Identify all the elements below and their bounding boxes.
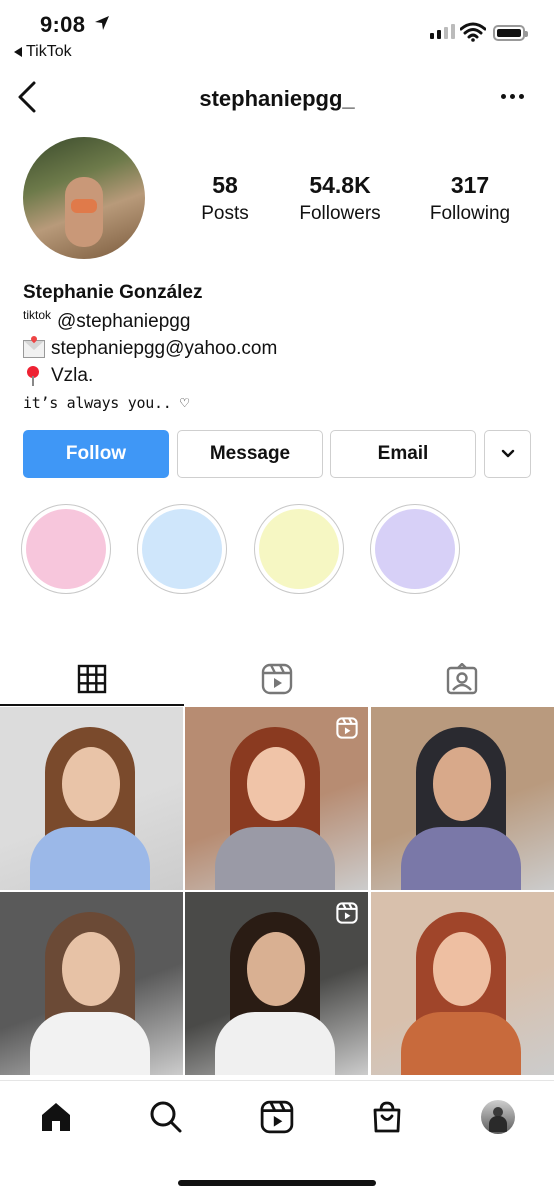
reels-icon <box>261 663 293 695</box>
chevron-down-icon <box>501 449 514 458</box>
nav-home[interactable] <box>38 1099 74 1135</box>
post-thumbnail[interactable] <box>371 892 554 1075</box>
suggested-accounts-button[interactable] <box>484 430 531 478</box>
profile-header: stephaniepgg_ <box>0 72 554 122</box>
back-app-label: TikTok <box>26 43 72 60</box>
post-thumbnail[interactable] <box>371 707 554 890</box>
more-options-icon[interactable] <box>501 94 524 99</box>
highlight-cover <box>375 509 455 589</box>
story-highlight[interactable] <box>254 504 344 594</box>
wifi-icon <box>460 22 486 42</box>
profile-name: Stephanie González <box>23 282 203 303</box>
email-button[interactable]: Email <box>330 430 476 478</box>
story-highlight[interactable] <box>21 504 111 594</box>
bio-location: Vzla. <box>51 364 94 386</box>
reels-icon <box>260 1100 294 1134</box>
nav-search[interactable] <box>148 1099 184 1135</box>
bio-tiktok-line: tiktok @stephaniepgg <box>23 308 523 335</box>
home-indicator[interactable] <box>178 1180 376 1186</box>
posts-stat[interactable]: 58 Posts <box>185 172 265 225</box>
location-arrow-icon <box>95 16 109 30</box>
mail-emoji-icon <box>23 339 45 358</box>
post-thumbnail[interactable] <box>0 892 183 1075</box>
search-icon <box>150 1101 182 1133</box>
story-highlight[interactable] <box>137 504 227 594</box>
back-triangle-icon <box>14 47 22 57</box>
story-highlight[interactable] <box>370 504 460 594</box>
back-to-app-link[interactable]: TikTok <box>14 43 72 61</box>
shop-icon <box>373 1101 401 1133</box>
followers-label: Followers <box>299 203 381 224</box>
followers-count: 54.8K <box>309 172 371 198</box>
profile-stats: 58 Posts 54.8K Followers 317 Following <box>185 172 525 225</box>
profile-tabs <box>0 652 554 706</box>
tab-posts-grid[interactable] <box>0 652 184 706</box>
message-button[interactable]: Message <box>177 430 323 478</box>
page-title: stephaniepgg_ <box>199 86 355 111</box>
followers-stat[interactable]: 54.8K Followers <box>283 172 398 225</box>
tagged-icon <box>446 663 478 695</box>
posts-grid <box>0 707 554 1079</box>
tab-tagged[interactable] <box>370 652 554 706</box>
cellular-signal-icon <box>430 24 455 39</box>
highlight-cover <box>259 509 339 589</box>
tiktok-prefix: tiktok <box>23 308 52 322</box>
posts-count: 58 <box>212 172 238 198</box>
following-count: 317 <box>450 172 490 198</box>
bio-email-line: stephaniepgg@yahoo.com <box>23 335 523 362</box>
tiktok-handle[interactable]: @stephaniepgg <box>57 311 190 333</box>
bio-location-line: Vzla. <box>23 362 523 389</box>
tab-reels[interactable] <box>185 652 369 706</box>
profile-avatar[interactable] <box>23 137 145 259</box>
post-thumbnail[interactable] <box>185 707 368 890</box>
nav-profile[interactable] <box>480 1099 516 1135</box>
profile-bio: Stephanie González tiktok @stephaniepgg … <box>23 282 523 416</box>
reel-badge-icon <box>336 902 358 924</box>
highlight-cover <box>26 509 106 589</box>
bio-email[interactable]: stephaniepgg@yahoo.com <box>51 338 277 360</box>
follow-button[interactable]: Follow <box>23 430 169 478</box>
home-icon <box>42 1103 70 1131</box>
nav-shop[interactable] <box>369 1099 405 1135</box>
nav-reels[interactable] <box>259 1099 295 1135</box>
following-stat[interactable]: 317 Following <box>415 172 525 225</box>
profile-avatar-small <box>481 1100 515 1134</box>
posts-label: Posts <box>201 203 249 224</box>
bio-quote: it’s always you.. ♡ <box>23 393 189 412</box>
reel-badge-icon <box>336 717 358 739</box>
battery-icon <box>493 25 528 41</box>
highlight-cover <box>142 509 222 589</box>
following-label: Following <box>429 203 511 224</box>
status-time: 9:08 <box>40 12 86 37</box>
post-thumbnail[interactable] <box>185 892 368 1075</box>
post-thumbnail[interactable] <box>0 707 183 890</box>
status-bar: 9:08 TikTok <box>0 0 554 70</box>
grid-icon <box>77 664 107 694</box>
pin-emoji-icon <box>23 365 45 387</box>
